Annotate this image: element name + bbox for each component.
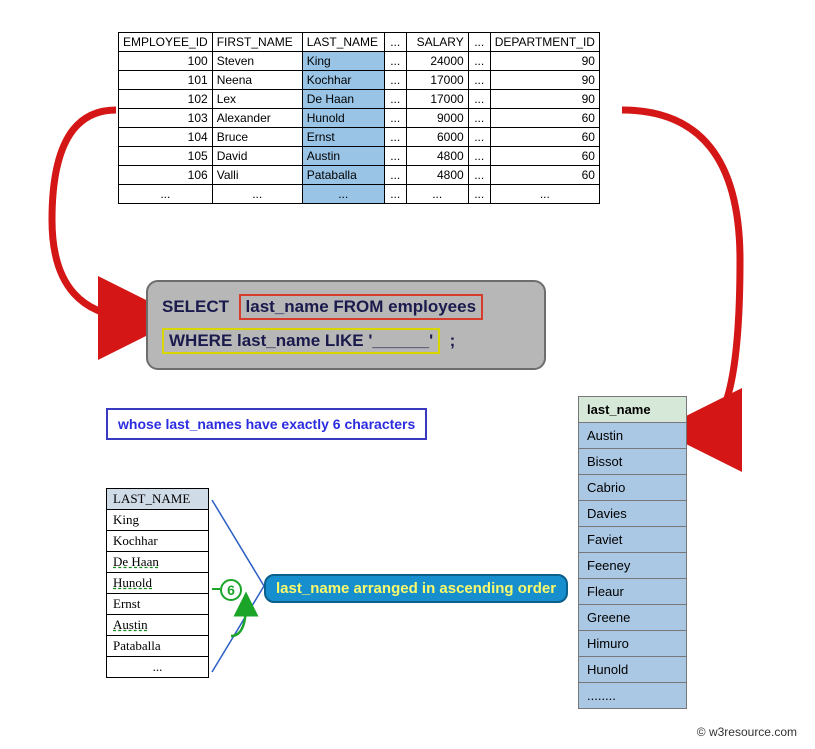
six-dash xyxy=(212,588,220,590)
table-row: 101NeenaKochhar...17000...90 xyxy=(119,71,600,90)
result-row: Davies xyxy=(579,501,687,527)
list-item: Hunold xyxy=(107,573,209,594)
result-row: Austin xyxy=(579,423,687,449)
result-row: Faviet xyxy=(579,527,687,553)
list-item: King xyxy=(107,510,209,531)
list-item: Kochhar xyxy=(107,531,209,552)
result-table: last_name AustinBissotCabrioDaviesFaviet… xyxy=(578,396,687,709)
result-row: ........ xyxy=(579,683,687,709)
result-header: last_name xyxy=(579,397,687,423)
query-line-where: WHERE last_name LIKE '______' ; xyxy=(162,328,530,354)
table-row: 100StevenKing...24000...90 xyxy=(119,52,600,71)
table-header-row: EMPLOYEE_ID FIRST_NAME LAST_NAME ... SAL… xyxy=(119,33,600,52)
col-department-id: DEPARTMENT_ID xyxy=(490,33,599,52)
col-last-name: LAST_NAME xyxy=(302,33,384,52)
result-row: Hunold xyxy=(579,657,687,683)
list-item: Pataballa xyxy=(107,636,209,657)
col-employee-id: EMPLOYEE_ID xyxy=(119,33,213,52)
query-line-select: SELECT last_name FROM employees xyxy=(162,294,530,320)
result-row: Cabrio xyxy=(579,475,687,501)
ln-list-header: LAST_NAME xyxy=(107,489,209,510)
list-item: Austin xyxy=(107,615,209,636)
table-row: 103AlexanderHunold...9000...60 xyxy=(119,109,600,128)
list-item: Ernst xyxy=(107,594,209,615)
col-salary: SALARY xyxy=(406,33,468,52)
col-gap1: ... xyxy=(384,33,406,52)
list-item: De Haan xyxy=(107,552,209,573)
ascending-order-label: last_name arranged in ascending order xyxy=(264,574,568,603)
six-char-count-badge: 6 xyxy=(220,579,242,601)
list-item-ellipsis: ... xyxy=(107,657,209,678)
table-row-ellipsis: ..................... xyxy=(119,185,600,204)
table-row: 106ValliPataballa...4800...60 xyxy=(119,166,600,185)
employees-table: EMPLOYEE_ID FIRST_NAME LAST_NAME ... SAL… xyxy=(118,32,600,204)
table-row: 102LexDe Haan...17000...90 xyxy=(119,90,600,109)
select-clause-highlighted: last_name FROM employees xyxy=(239,294,484,320)
result-row: Feeney xyxy=(579,553,687,579)
col-gap2: ... xyxy=(468,33,490,52)
result-row: Greene xyxy=(579,605,687,631)
last-name-list: LAST_NAME KingKochharDe HaanHunoldErnstA… xyxy=(106,488,209,678)
query-terminator: ; xyxy=(450,331,456,350)
select-keyword: SELECT xyxy=(162,297,229,316)
caption-six-chars: whose last_names have exactly 6 characte… xyxy=(106,408,427,440)
result-row: Bissot xyxy=(579,449,687,475)
where-clause-highlighted: WHERE last_name LIKE '______' xyxy=(162,328,440,354)
result-row: Fleaur xyxy=(579,579,687,605)
result-row: Himuro xyxy=(579,631,687,657)
table-row: 105DavidAustin...4800...60 xyxy=(119,147,600,166)
copyright: © w3resource.com xyxy=(697,725,797,739)
sql-query-box: SELECT last_name FROM employees WHERE la… xyxy=(146,280,546,370)
table-row: 104BruceErnst...6000...60 xyxy=(119,128,600,147)
col-first-name: FIRST_NAME xyxy=(212,33,302,52)
